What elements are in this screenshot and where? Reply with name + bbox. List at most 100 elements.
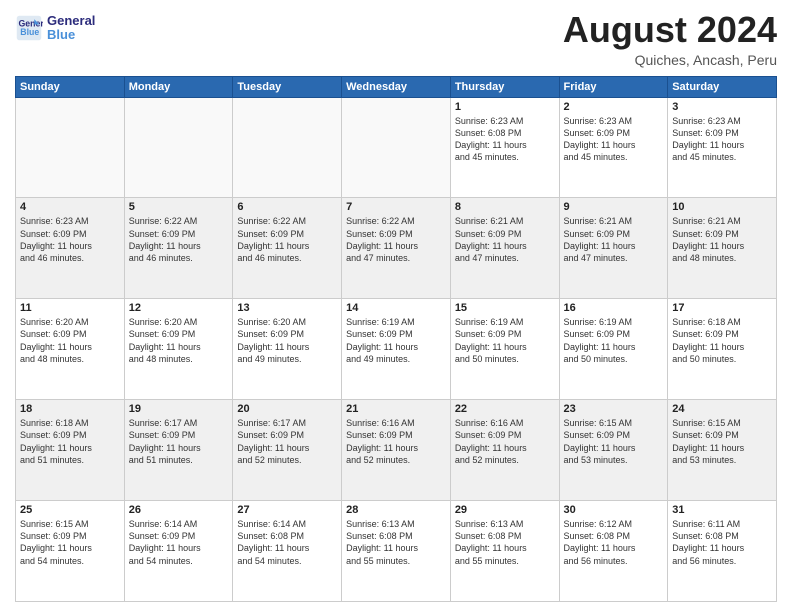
day-number: 28 (346, 504, 446, 516)
day-number: 19 (129, 403, 229, 415)
day-info: Sunrise: 6:23 AM Sunset: 6:09 PM Dayligh… (564, 115, 664, 164)
col-friday: Friday (559, 76, 668, 97)
table-row (124, 97, 233, 198)
table-row: 24Sunrise: 6:15 AM Sunset: 6:09 PM Dayli… (668, 400, 777, 501)
table-row: 19Sunrise: 6:17 AM Sunset: 6:09 PM Dayli… (124, 400, 233, 501)
day-number: 26 (129, 504, 229, 516)
day-info: Sunrise: 6:21 AM Sunset: 6:09 PM Dayligh… (564, 215, 664, 264)
table-row (233, 97, 342, 198)
table-row: 23 Sunrise: 6:15 AM Sunset: 6:09 PM Dayli… (559, 400, 668, 501)
calendar-week-5: 25 Sunrise: 6:15 AM Sunset: 6:09 PM Dayli… (16, 501, 777, 602)
day-number: 25 (20, 504, 120, 516)
calendar-week-1: 1Sunrise: 6:23 AM Sunset: 6:08 PM Daylig… (16, 97, 777, 198)
calendar-title: August 2024 (563, 10, 777, 50)
day-number: 27 (237, 504, 337, 516)
table-row: 14Sunrise: 6:19 AM Sunset: 6:09 PM Dayli… (342, 299, 451, 400)
day-info: Sunrise: 6:19 AM Sunset: 6:09 PM Dayligh… (564, 316, 664, 365)
day-info: Sunrise: 6:22 AM Sunset: 6:09 PM Dayligh… (129, 215, 229, 264)
calendar-table: Sunday Monday Tuesday Wednesday Thursday… (15, 76, 777, 602)
table-row (16, 97, 125, 198)
day-number: 29 (455, 504, 555, 516)
col-wednesday: Wednesday (342, 76, 451, 97)
calendar-week-4: 18 Sunrise: 6:18 AM Sunset: 6:09 PM Dayli… (16, 400, 777, 501)
day-info: Sunrise: 6:20 AM Sunset: 6:09 PM Dayligh… (129, 316, 229, 365)
table-row: 5 Sunrise: 6:22 AM Sunset: 6:09 PM Daylig… (124, 198, 233, 299)
day-number: 20 (237, 403, 337, 415)
table-row: 12 Sunrise: 6:20 AM Sunset: 6:09 PM Dayli… (124, 299, 233, 400)
table-row: 11Sunrise: 6:20 AM Sunset: 6:09 PM Dayli… (16, 299, 125, 400)
col-monday: Monday (124, 76, 233, 97)
title-block: August 2024 Quiches, Ancash, Peru (563, 10, 777, 68)
table-row: 18 Sunrise: 6:18 AM Sunset: 6:09 PM Dayli… (16, 400, 125, 501)
day-info: Sunrise: 6:18 AM Sunset: 6:09 PM Dayligh… (20, 417, 120, 466)
day-number: 13 (237, 302, 337, 314)
day-number: 2 (564, 101, 664, 113)
day-number: 9 (564, 201, 664, 213)
table-row: 17Sunrise: 6:18 AM Sunset: 6:09 PM Dayli… (668, 299, 777, 400)
col-thursday: Thursday (450, 76, 559, 97)
table-row: 15Sunrise: 6:19 AM Sunset: 6:09 PM Dayli… (450, 299, 559, 400)
day-info: Sunrise: 6:14 AM Sunset: 6:09 PM Dayligh… (129, 518, 229, 567)
table-row: 2 Sunrise: 6:23 AM Sunset: 6:09 PM Daylig… (559, 97, 668, 198)
table-row: 10 Sunrise: 6:21 AM Sunset: 6:09 PM Dayli… (668, 198, 777, 299)
logo-icon: General Blue (15, 14, 43, 42)
day-number: 4 (20, 201, 120, 213)
table-row: 20 Sunrise: 6:17 AM Sunset: 6:09 PM Dayli… (233, 400, 342, 501)
table-row: 29 Sunrise: 6:13 AM Sunset: 6:08 PM Dayli… (450, 501, 559, 602)
table-row (342, 97, 451, 198)
col-saturday: Saturday (668, 76, 777, 97)
day-number: 23 (564, 403, 664, 415)
day-info: Sunrise: 6:18 AM Sunset: 6:09 PM Dayligh… (672, 316, 772, 365)
svg-text:Blue: Blue (20, 27, 39, 37)
logo-text: General Blue (47, 14, 95, 43)
day-info: Sunrise: 6:23 AM Sunset: 6:09 PM Dayligh… (672, 115, 772, 164)
table-row: 6 Sunrise: 6:22 AM Sunset: 6:09 PM Daylig… (233, 198, 342, 299)
day-info: Sunrise: 6:23 AM Sunset: 6:09 PM Dayligh… (20, 215, 120, 264)
day-info: Sunrise: 6:22 AM Sunset: 6:09 PM Dayligh… (237, 215, 337, 264)
table-row: 25 Sunrise: 6:15 AM Sunset: 6:09 PM Dayli… (16, 501, 125, 602)
page: General Blue General Blue August 2024 Qu… (0, 0, 792, 612)
day-info: Sunrise: 6:13 AM Sunset: 6:08 PM Dayligh… (455, 518, 555, 567)
day-info: Sunrise: 6:20 AM Sunset: 6:09 PM Dayligh… (20, 316, 120, 365)
day-info: Sunrise: 6:15 AM Sunset: 6:09 PM Dayligh… (20, 518, 120, 567)
table-row: 1Sunrise: 6:23 AM Sunset: 6:08 PM Daylig… (450, 97, 559, 198)
header: General Blue General Blue August 2024 Qu… (15, 10, 777, 68)
day-number: 22 (455, 403, 555, 415)
day-number: 30 (564, 504, 664, 516)
day-info: Sunrise: 6:20 AM Sunset: 6:09 PM Dayligh… (237, 316, 337, 365)
day-number: 31 (672, 504, 772, 516)
col-sunday: Sunday (16, 76, 125, 97)
table-row: 27Sunrise: 6:14 AM Sunset: 6:08 PM Dayli… (233, 501, 342, 602)
day-info: Sunrise: 6:16 AM Sunset: 6:09 PM Dayligh… (455, 417, 555, 466)
day-number: 10 (672, 201, 772, 213)
day-info: Sunrise: 6:21 AM Sunset: 6:09 PM Dayligh… (672, 215, 772, 264)
table-row: 28 Sunrise: 6:13 AM Sunset: 6:08 PM Dayli… (342, 501, 451, 602)
day-number: 12 (129, 302, 229, 314)
day-info: Sunrise: 6:15 AM Sunset: 6:09 PM Dayligh… (564, 417, 664, 466)
day-number: 5 (129, 201, 229, 213)
calendar-subtitle: Quiches, Ancash, Peru (563, 52, 777, 68)
table-row: 7Sunrise: 6:22 AM Sunset: 6:09 PM Daylig… (342, 198, 451, 299)
day-info: Sunrise: 6:16 AM Sunset: 6:09 PM Dayligh… (346, 417, 446, 466)
day-info: Sunrise: 6:17 AM Sunset: 6:09 PM Dayligh… (237, 417, 337, 466)
day-number: 6 (237, 201, 337, 213)
day-number: 3 (672, 101, 772, 113)
table-row: 16 Sunrise: 6:19 AM Sunset: 6:09 PM Dayli… (559, 299, 668, 400)
table-row: 26 Sunrise: 6:14 AM Sunset: 6:09 PM Dayli… (124, 501, 233, 602)
day-info: Sunrise: 6:19 AM Sunset: 6:09 PM Dayligh… (455, 316, 555, 365)
table-row: 22 Sunrise: 6:16 AM Sunset: 6:09 PM Dayli… (450, 400, 559, 501)
table-row: 30Sunrise: 6:12 AM Sunset: 6:08 PM Dayli… (559, 501, 668, 602)
day-number: 1 (455, 101, 555, 113)
day-number: 21 (346, 403, 446, 415)
calendar-header-row: Sunday Monday Tuesday Wednesday Thursday… (16, 76, 777, 97)
day-info: Sunrise: 6:11 AM Sunset: 6:08 PM Dayligh… (672, 518, 772, 567)
day-info: Sunrise: 6:13 AM Sunset: 6:08 PM Dayligh… (346, 518, 446, 567)
day-info: Sunrise: 6:15 AM Sunset: 6:09 PM Dayligh… (672, 417, 772, 466)
day-info: Sunrise: 6:21 AM Sunset: 6:09 PM Dayligh… (455, 215, 555, 264)
table-row: 21 Sunrise: 6:16 AM Sunset: 6:09 PM Dayli… (342, 400, 451, 501)
logo: General Blue General Blue (15, 14, 95, 43)
day-number: 14 (346, 302, 446, 314)
day-number: 18 (20, 403, 120, 415)
day-number: 16 (564, 302, 664, 314)
table-row: 8Sunrise: 6:21 AM Sunset: 6:09 PM Daylig… (450, 198, 559, 299)
